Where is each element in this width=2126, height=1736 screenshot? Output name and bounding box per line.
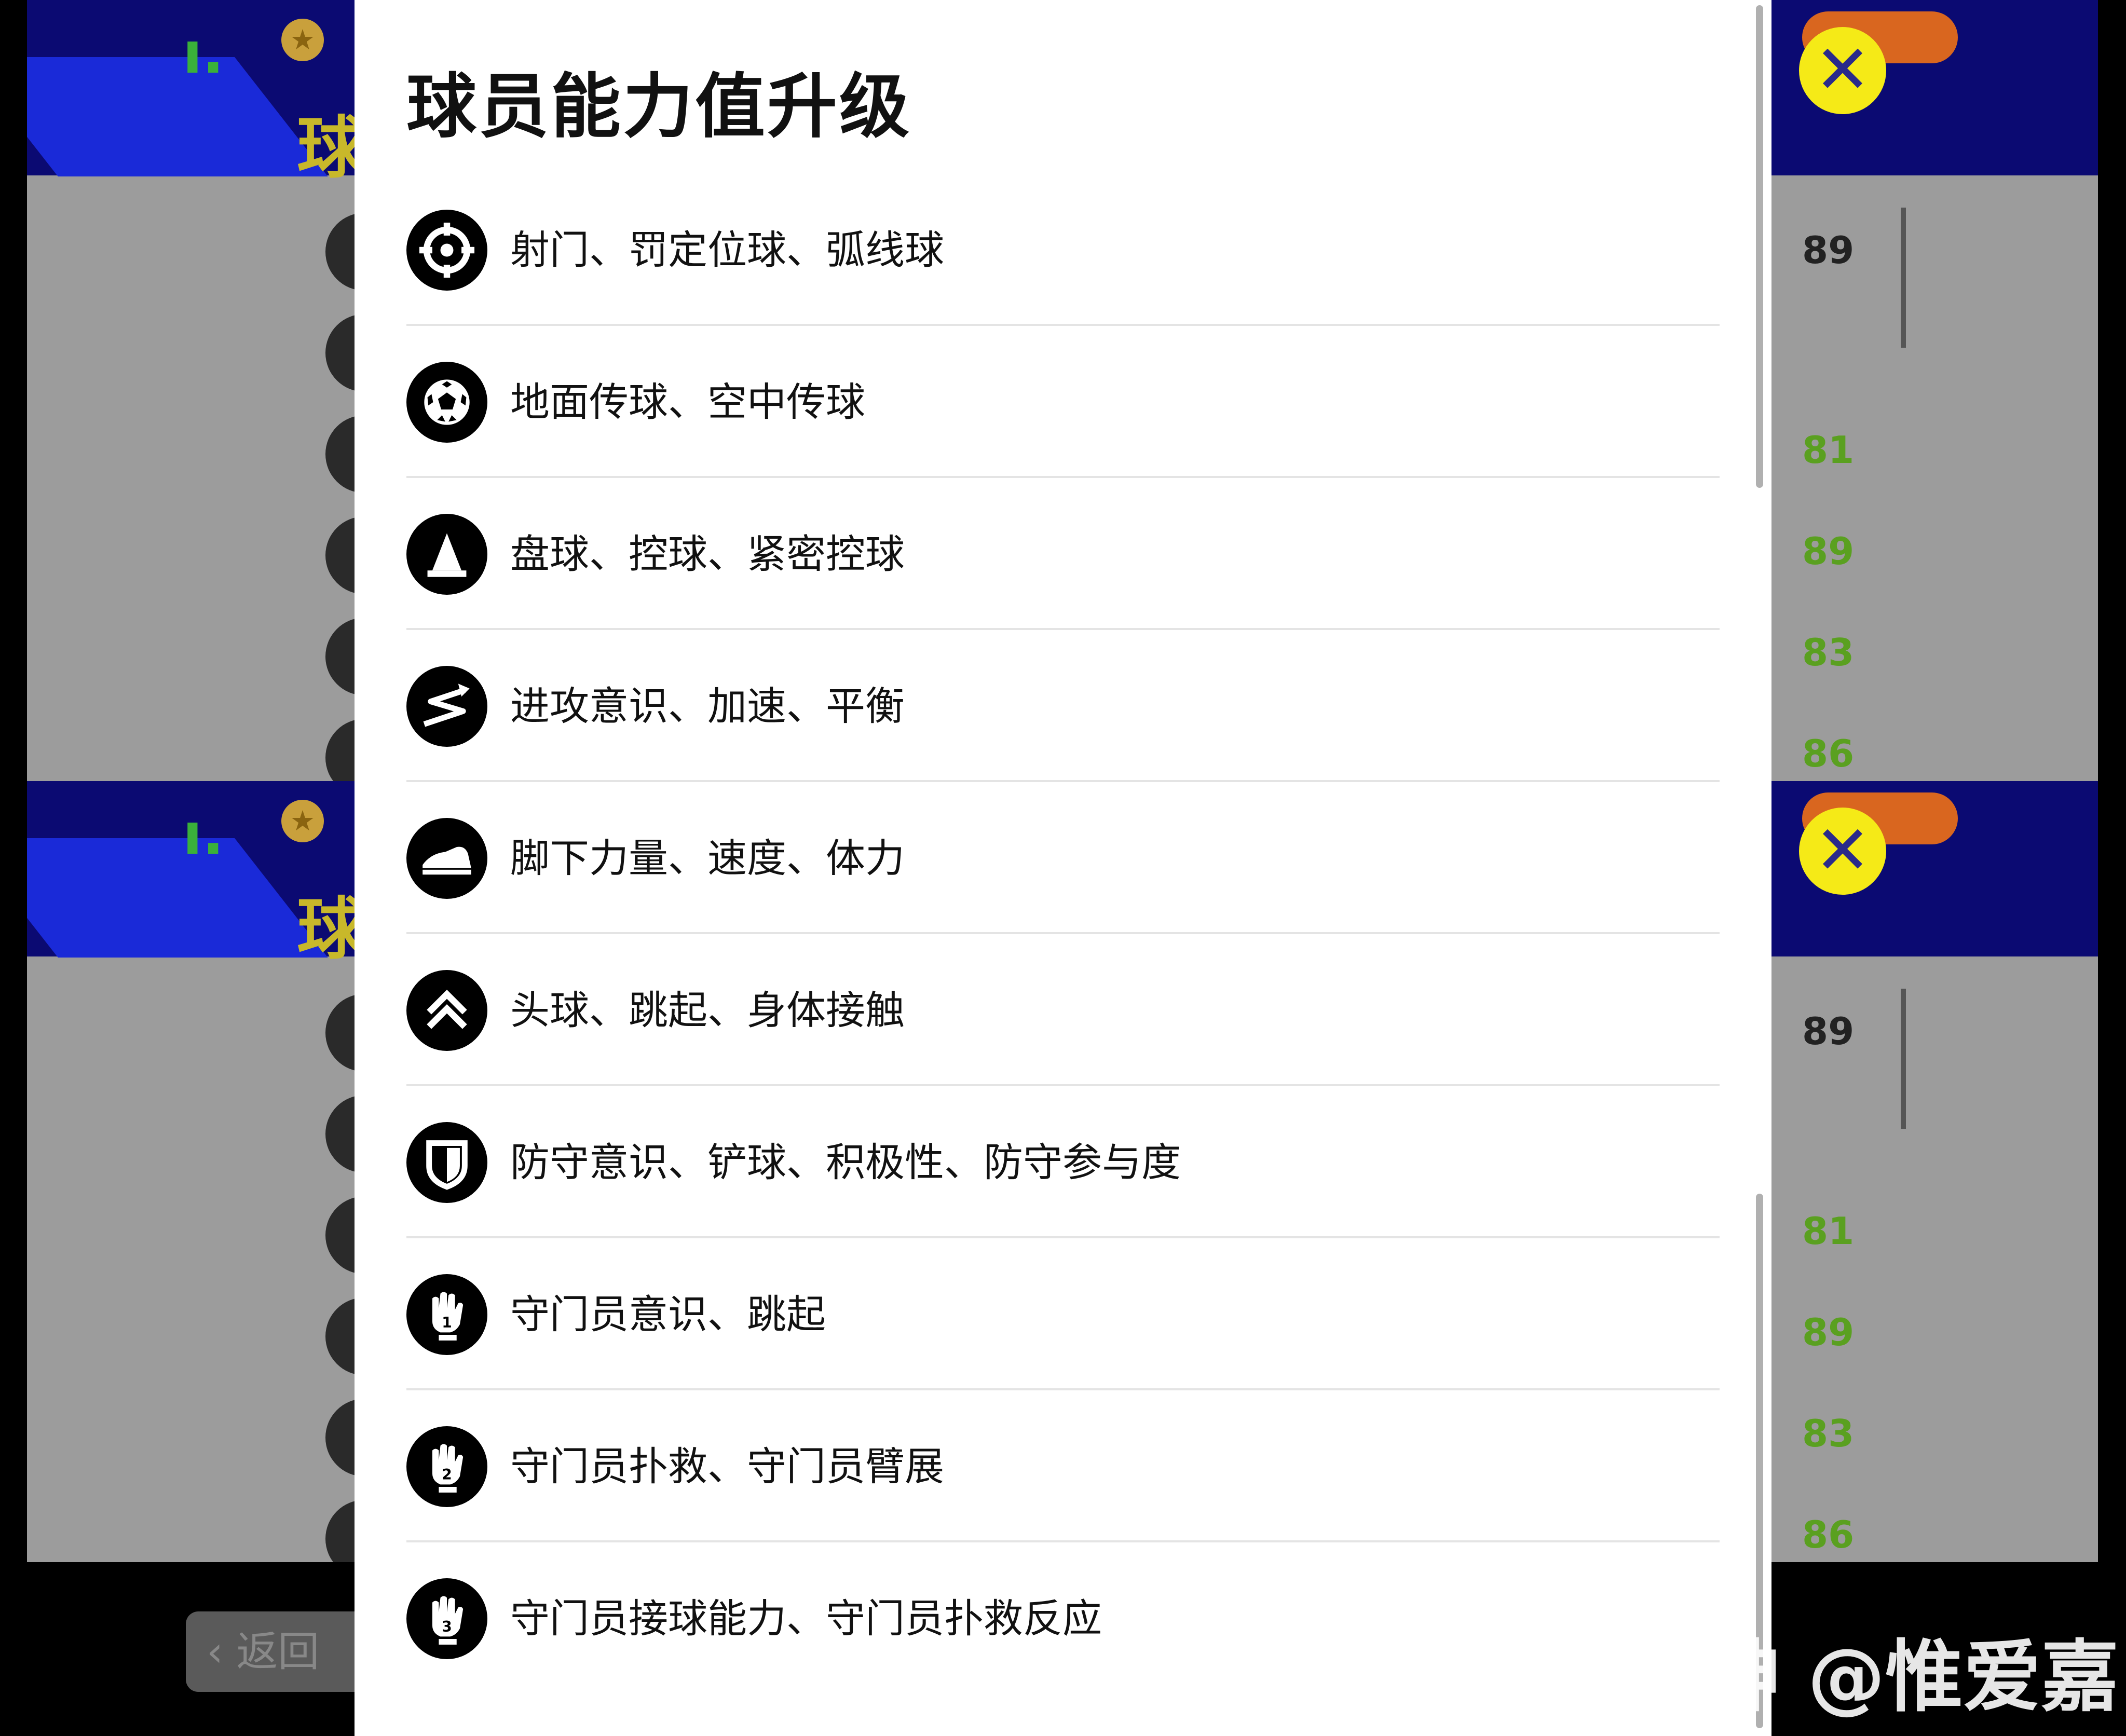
ability-row-gk-saving[interactable]: 2 守门员扑救、守门员臂展 bbox=[406, 1390, 1720, 1542]
goalkeeper-glove-3-icon: 3 bbox=[406, 1578, 487, 1659]
ability-upgrade-modal: 球员能力值升级 射门、罚定位球、弧线球 地面传球、空中传球 盘球、控球、紧密控球… bbox=[355, 0, 1771, 1736]
shield-icon bbox=[406, 1122, 487, 1203]
ability-row-label: 守门员扑救、守门员臂展 bbox=[510, 1443, 944, 1489]
ability-row-label: 脚下力量、速度、体力 bbox=[510, 835, 905, 881]
bg-scrollbar bbox=[1901, 989, 1906, 1129]
coin-icon: ★ bbox=[281, 800, 324, 842]
ability-row-label: 盘球、控球、紧密控球 bbox=[510, 531, 905, 577]
goalkeeper-glove-1-icon: 1 bbox=[406, 1274, 487, 1355]
zigzag-arrow-icon bbox=[406, 665, 487, 747]
close-button[interactable]: ✕ bbox=[1799, 808, 1886, 895]
stat-value: 83 bbox=[1802, 1412, 1855, 1455]
ability-row-gk-awareness[interactable]: 1 守门员意识、跳起 bbox=[406, 1238, 1720, 1390]
stat-value: 89 bbox=[1802, 228, 1855, 272]
signal-icon: ı. bbox=[183, 801, 224, 867]
crosshair-icon bbox=[406, 209, 487, 291]
watermark: 大神 @惟爱嘉 bbox=[1625, 1632, 2119, 1723]
stat-value: 89 bbox=[1802, 1310, 1855, 1354]
bg-scrollbar bbox=[1901, 208, 1906, 348]
ability-row-physical[interactable]: 脚下力量、速度、体力 bbox=[406, 782, 1720, 934]
ability-row-label: 地面传球、空中传球 bbox=[510, 379, 865, 425]
ability-row-label: 射门、罚定位球、弧线球 bbox=[510, 227, 944, 273]
ability-row-shooting[interactable]: 射门、罚定位球、弧线球 bbox=[406, 174, 1720, 326]
header-stripe bbox=[27, 838, 328, 958]
stat-value: 81 bbox=[1802, 428, 1855, 472]
header-stripe bbox=[27, 57, 328, 176]
double-chevron-up-icon bbox=[406, 969, 487, 1051]
cone-icon bbox=[406, 513, 487, 595]
stat-value: 86 bbox=[1802, 732, 1855, 775]
goalkeeper-glove-2-icon: 2 bbox=[406, 1426, 487, 1507]
signal-icon: ı. bbox=[183, 20, 224, 86]
coin-icon: ★ bbox=[281, 19, 324, 61]
glove-number: 2 bbox=[442, 1466, 452, 1483]
ability-row-dribbling[interactable]: 盘球、控球、紧密控球 bbox=[406, 478, 1720, 630]
modal-title: 球员能力值升级 bbox=[406, 66, 911, 147]
stat-value: 89 bbox=[1802, 1009, 1855, 1053]
stat-value: 86 bbox=[1802, 1513, 1855, 1556]
close-button[interactable]: ✕ bbox=[1799, 27, 1886, 114]
ability-row-passing[interactable]: 地面传球、空中传球 bbox=[406, 326, 1720, 478]
ability-row-heading[interactable]: 头球、跳起、身体接触 bbox=[406, 934, 1720, 1086]
ability-row-label: 守门员接球能力、守门员扑救反应 bbox=[510, 1595, 1102, 1642]
glove-number: 1 bbox=[442, 1314, 452, 1331]
stat-value: 89 bbox=[1802, 529, 1855, 573]
ability-row-label: 防守意识、铲球、积极性、防守参与度 bbox=[510, 1139, 1181, 1185]
ability-row-label: 头球、跳起、身体接触 bbox=[510, 987, 905, 1033]
stat-value: 83 bbox=[1802, 631, 1855, 674]
ability-row-gk-catching[interactable]: 3 守门员接球能力、守门员扑救反应 bbox=[406, 1542, 1720, 1694]
ability-row-attack[interactable]: 进攻意识、加速、平衡 bbox=[406, 630, 1720, 782]
ability-row-label: 守门员意识、跳起 bbox=[510, 1291, 826, 1337]
boot-icon bbox=[406, 817, 487, 899]
glove-number: 3 bbox=[442, 1618, 452, 1635]
ability-row-label: 进攻意识、加速、平衡 bbox=[510, 683, 905, 729]
soccer-ball-icon bbox=[406, 361, 487, 443]
scrollbar[interactable] bbox=[1756, 5, 1763, 488]
back-button-label: 返回 bbox=[236, 1628, 320, 1676]
ability-row-defense[interactable]: 防守意识、铲球、积极性、防守参与度 bbox=[406, 1086, 1720, 1238]
stat-value: 81 bbox=[1802, 1209, 1855, 1253]
